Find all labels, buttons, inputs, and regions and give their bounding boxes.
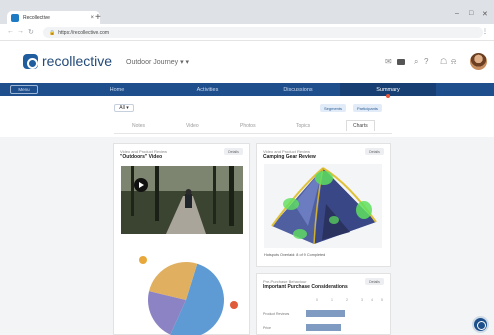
bell-icon[interactable]: ⍾ [451, 57, 456, 67]
tab-charts[interactable]: Charts [346, 120, 375, 131]
tent-heatmap-image[interactable] [264, 164, 382, 248]
tab-close-icon[interactable]: × [90, 15, 94, 21]
browser-tabstrip: Recollective × + – □ ✕ [0, 0, 494, 24]
video-card: Video and Product Review "Outdoors" Vide… [113, 143, 250, 335]
axis-tick: 1 [331, 298, 333, 302]
user-avatar[interactable] [470, 53, 487, 70]
pie-chart [148, 262, 224, 335]
bar-product-reviews [306, 310, 345, 317]
nav-activities[interactable]: Activities [170, 83, 245, 96]
address-bar: ← → ↻ 🔒 https://recollective.com ⋮ [0, 24, 494, 41]
lock-icon: 🔒 [49, 29, 56, 36]
help-chat-button[interactable] [472, 316, 489, 333]
project-selector[interactable]: Outdoor Journey ▾ ▾ [126, 58, 189, 66]
card-title: Important Purchase Considerations [263, 284, 348, 290]
search-icon[interactable]: ⌕ [414, 57, 418, 67]
tent-card: Video and Product Review Camping Gear Re… [256, 143, 391, 267]
new-tab-button[interactable]: + [95, 12, 101, 23]
tab-topics[interactable]: Topics [296, 123, 310, 129]
nav-summary[interactable]: Summary [340, 83, 436, 98]
card-title: "Outdoors" Video [120, 154, 163, 160]
card-title: Camping Gear Review [263, 154, 316, 160]
axis-tick: 5 [381, 298, 383, 302]
details-button[interactable]: Details [365, 278, 384, 285]
axis-tick: 0 [316, 298, 318, 302]
nav-discussions[interactable]: Discussions [262, 83, 334, 96]
segments-chip[interactable]: Segments [320, 104, 347, 112]
emoji-neutral-icon [139, 256, 147, 264]
url-field[interactable]: 🔒 https://recollective.com [43, 27, 483, 38]
menu-button[interactable]: Menu [10, 85, 38, 94]
minimize-button[interactable]: – [455, 10, 459, 17]
purchase-card: Pre-Purchase Behaviour Important Purchas… [256, 273, 391, 335]
tab-video[interactable]: Video [186, 123, 199, 129]
close-window-button[interactable]: ✕ [482, 10, 488, 18]
row-label: Price [263, 326, 271, 330]
emoji-angry-icon [230, 301, 238, 309]
view-tabs: Notes Video Photos Topics Charts [114, 120, 392, 134]
help-icon[interactable]: ? [424, 57, 428, 66]
main-nav: Menu Home Activities Discussions Summary [0, 83, 494, 98]
row-label: Product Reviews [263, 312, 290, 316]
tab-photos[interactable]: Photos [240, 123, 256, 129]
forest-path-video-frame [121, 166, 243, 234]
details-button[interactable]: Details [365, 148, 384, 155]
message-icon[interactable]: ✉ [385, 57, 392, 66]
inbox-icon[interactable] [397, 59, 405, 65]
back-arrow-icon[interactable]: ← [7, 28, 14, 35]
browser-tab[interactable]: Recollective × [7, 11, 100, 24]
forward-arrow-icon[interactable]: → [17, 28, 24, 35]
tab-title: Recollective [23, 14, 50, 21]
tab-notes[interactable]: Notes [132, 123, 145, 129]
filter-all-select[interactable]: All ▾ [114, 104, 134, 112]
video-player[interactable] [121, 166, 243, 234]
browser-menu-icon[interactable]: ⋮ [482, 28, 488, 35]
maximize-button[interactable]: □ [469, 10, 473, 17]
axis-tick: 2 [346, 298, 348, 302]
hotspot-caption: Hotspots Overlaid: 8 of 9 Completed [264, 253, 326, 257]
reload-icon[interactable]: ↻ [28, 28, 34, 36]
axis-tick: 3 [361, 298, 363, 302]
logo-text: recollective [42, 53, 113, 69]
details-button[interactable]: Details [224, 148, 243, 155]
url-text: https://recollective.com [58, 29, 110, 36]
app-header: recollective Outdoor Journey ▾ ▾ ✉ ⌕ ? ☖… [0, 41, 494, 83]
bar-price [306, 324, 341, 331]
axis-tick: 4 [371, 298, 373, 302]
nav-home[interactable]: Home [82, 83, 152, 96]
notifications-icon[interactable]: ☖ [440, 57, 447, 66]
play-icon[interactable] [134, 178, 148, 192]
participants-chip[interactable]: Participants [353, 104, 382, 112]
recollective-favicon-icon [11, 13, 19, 22]
recollective-logo-icon [23, 54, 38, 69]
